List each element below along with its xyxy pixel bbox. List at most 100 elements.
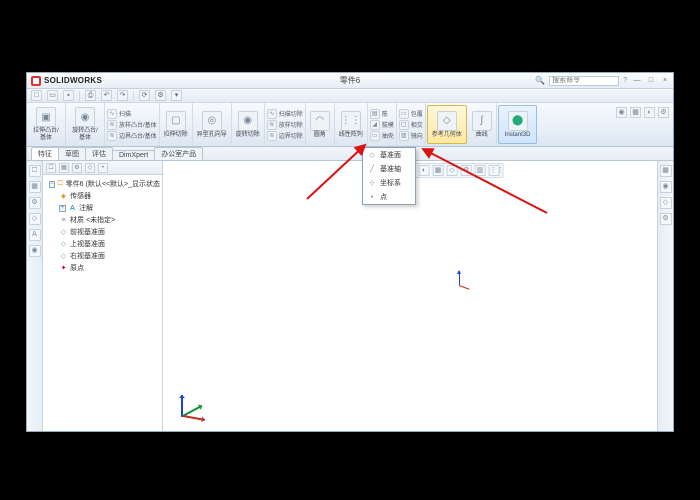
new-button[interactable]: □ xyxy=(31,90,42,101)
loft-boss-button[interactable]: ≋放样凸台/基体 xyxy=(107,120,157,130)
ribbon-tool-3[interactable]: ◐ xyxy=(644,107,655,118)
rail-btn-1[interactable]: 🞎 xyxy=(29,165,41,177)
rib-button[interactable]: ▤筋 xyxy=(370,109,394,119)
plane-label: 基准面 xyxy=(380,150,401,160)
dropdown-axis[interactable]: ╱ 基准轴 xyxy=(363,162,415,176)
material-icon: ≡ xyxy=(59,216,68,225)
fillet-icon: ◠ xyxy=(310,111,330,131)
ribbon-tool-4[interactable]: ⚙ xyxy=(658,107,669,118)
extrude-label: 拉伸凸台/基体 xyxy=(31,128,61,142)
search-input[interactable] xyxy=(549,76,619,86)
right-rail-btn-4[interactable]: ⚙ xyxy=(660,213,672,225)
swept-cut-button[interactable]: ∿扫描切除 xyxy=(267,109,303,119)
print-button[interactable]: ⎙ xyxy=(85,90,96,101)
dropdown-coord[interactable]: ⊹ 坐标系 xyxy=(363,176,415,190)
shell-button[interactable]: ▭抽壳 xyxy=(370,131,394,141)
tab-office[interactable]: 办公室产品 xyxy=(154,147,203,160)
tree-origin[interactable]: ✦ 原点 xyxy=(45,262,160,274)
rail-btn-4[interactable]: ◇ xyxy=(29,213,41,225)
minimize-button[interactable]: — xyxy=(633,77,641,85)
hole-icon: ◎ xyxy=(202,111,222,131)
shell-icon: ▭ xyxy=(370,131,380,141)
view-btn-7[interactable]: ▥ xyxy=(475,165,486,176)
rebuild-button[interactable]: ⟳ xyxy=(139,90,150,101)
wrap-button[interactable]: ▭包覆 xyxy=(399,109,423,119)
cut-revolve-group[interactable]: ◉ 旋转切除 xyxy=(232,103,265,146)
mirror-button[interactable]: ▥镜向 xyxy=(399,131,423,141)
draft-button[interactable]: ◢拔模 xyxy=(370,120,394,130)
right-rail-btn-1[interactable]: ▦ xyxy=(660,165,672,177)
search-icon: 🔍 xyxy=(535,76,545,85)
redo-button[interactable]: ↷ xyxy=(117,90,128,101)
open-button[interactable]: ▭ xyxy=(47,90,58,101)
tree-annotations[interactable]: + A 注解 xyxy=(45,202,160,214)
revolve-group[interactable]: ◉ 旋转凸台/基体 xyxy=(66,103,105,146)
material-label: 材质 <未指定> xyxy=(70,215,115,225)
tree-root[interactable]: − 🞎 零件6 (默认<<默认>_显示状态 xyxy=(45,178,160,190)
fm-tab-1[interactable]: 🞎 xyxy=(46,163,56,173)
rail-btn-2[interactable]: ▦ xyxy=(29,181,41,193)
help-icon[interactable]: ? xyxy=(623,77,627,84)
feature-manager-pane: 🞎 ▦ ⚙ ◇ • − 🞎 零件6 (默认<<默认>_显示状态 ◈ 传感器 + xyxy=(43,161,163,431)
ref-geom-icon: ◇ xyxy=(437,111,457,131)
view-btn-4[interactable]: ▦ xyxy=(433,165,444,176)
sweep-button[interactable]: ∿扫描 xyxy=(107,109,157,119)
dropdown-button[interactable]: ▾ xyxy=(171,90,182,101)
front-plane-label: 前视基准面 xyxy=(70,227,105,237)
tree-front-plane[interactable]: ◇ 前视基准面 xyxy=(45,226,160,238)
curves-group[interactable]: ∫ 曲线 xyxy=(468,103,497,146)
plane-icon: ◇ xyxy=(59,252,68,261)
ribbon-tool-2[interactable]: ▦ xyxy=(630,107,641,118)
right-rail-btn-2[interactable]: ◉ xyxy=(660,181,672,193)
instant3d-label: Instant3D xyxy=(505,132,531,139)
pattern-group[interactable]: ⋮⋮ 线性阵列 xyxy=(335,103,368,146)
ref-geometry-group[interactable]: ◇ 参考几何体 xyxy=(427,105,467,144)
loft-icon: ≋ xyxy=(267,120,277,130)
options-button[interactable]: ⚙ xyxy=(155,90,166,101)
instant3d-group[interactable]: ⬤ Instant3D xyxy=(498,105,538,144)
tree-sensors[interactable]: ◈ 传感器 xyxy=(45,190,160,202)
view-btn-3[interactable]: ◐ xyxy=(419,165,430,176)
boundary-cut-button[interactable]: ≋边界切除 xyxy=(267,131,303,141)
expand-icon[interactable]: − xyxy=(49,181,55,188)
fm-tab-3[interactable]: ⚙ xyxy=(72,163,82,173)
loft-icon: ≋ xyxy=(107,120,117,130)
extrude-group[interactable]: ▣ 拉伸凸台/基体 xyxy=(27,103,66,146)
dropdown-plane[interactable]: ◇ 基准面 xyxy=(363,148,415,162)
view-btn-8[interactable]: ⋮⋮ xyxy=(489,165,500,176)
ribbon-tool-1[interactable]: ◉ xyxy=(616,107,627,118)
view-btn-5[interactable]: ◇ xyxy=(447,165,458,176)
tab-sketch[interactable]: 草图 xyxy=(58,147,86,160)
tree-right-plane[interactable]: ◇ 右视基准面 xyxy=(45,250,160,262)
close-button[interactable]: × xyxy=(661,77,669,85)
view-btn-6[interactable]: ⚙ xyxy=(461,165,472,176)
rail-btn-3[interactable]: ⚙ xyxy=(29,197,41,209)
tab-dimxpert[interactable]: DimXpert xyxy=(112,150,155,160)
dropdown-point[interactable]: • 点 xyxy=(363,190,415,204)
fm-tab-5[interactable]: • xyxy=(98,163,108,173)
axis-label: 基准轴 xyxy=(380,164,401,174)
intersect-button[interactable]: ▢相交 xyxy=(399,120,423,130)
right-rail-btn-3[interactable]: ◇ xyxy=(660,197,672,209)
hole-wizard-group[interactable]: ◎ 异型孔向导 xyxy=(193,103,232,146)
rail-btn-6[interactable]: ◉ xyxy=(29,245,41,257)
expand-icon[interactable]: + xyxy=(59,205,66,212)
loft-cut-button[interactable]: ≋放样切除 xyxy=(267,120,303,130)
fm-tab-4[interactable]: ◇ xyxy=(85,163,95,173)
tree-material[interactable]: ≡ 材质 <未指定> xyxy=(45,214,160,226)
fillet-group[interactable]: ◠ 圆角 xyxy=(306,103,335,146)
document-title: 零件6 xyxy=(340,75,360,86)
tree-top-plane[interactable]: ◇ 上视基准面 xyxy=(45,238,160,250)
maximize-button[interactable]: □ xyxy=(647,77,655,85)
z-axis-icon xyxy=(459,271,460,285)
boundary-boss-button[interactable]: ≋边界凸台/基体 xyxy=(107,131,157,141)
right-task-rail: ▦ ◉ ◇ ⚙ xyxy=(657,161,673,431)
tab-features[interactable]: 特征 xyxy=(31,147,59,160)
tab-evaluate[interactable]: 评估 xyxy=(85,147,113,160)
cut-extrude-group[interactable]: ▢ 拉伸切除 xyxy=(160,103,193,146)
rail-btn-5[interactable]: A xyxy=(29,229,41,241)
save-button[interactable]: ▪ xyxy=(63,90,74,101)
fm-tab-2[interactable]: ▦ xyxy=(59,163,69,173)
coord-icon: ⊹ xyxy=(367,178,377,188)
undo-button[interactable]: ↶ xyxy=(101,90,112,101)
